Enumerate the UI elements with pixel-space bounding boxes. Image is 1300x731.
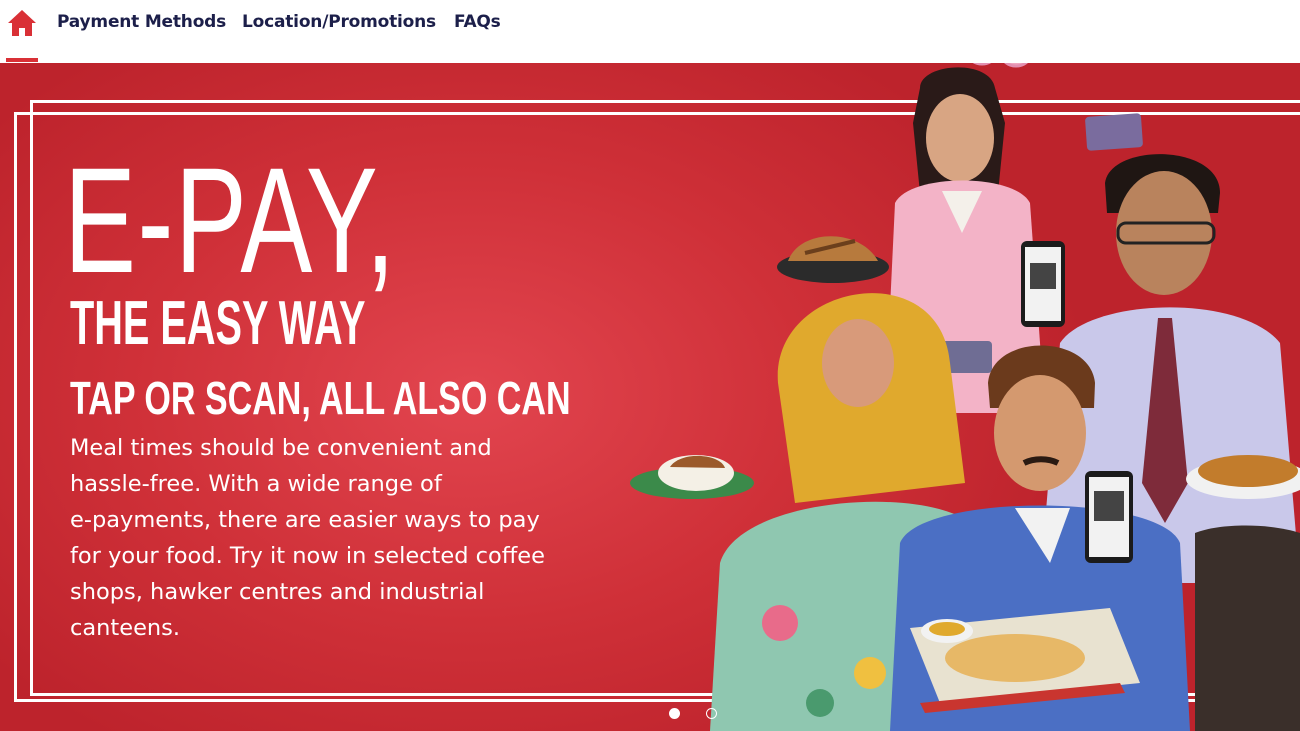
phone-qr-icon bbox=[1085, 471, 1133, 563]
hero-title-secondary: THE EASY WAY bbox=[70, 289, 366, 358]
home-icon bbox=[8, 10, 36, 36]
hero-banner: E-PAY, THE EASY WAY TAP OR SCAN, ALL ALS… bbox=[0, 63, 1300, 731]
hero-description-line: canteens. bbox=[70, 615, 181, 641]
hero-description: Meal times should be convenient and hass… bbox=[70, 430, 630, 646]
credit-card-icon bbox=[1085, 113, 1143, 151]
nav-location-promotions[interactable]: Location/Promotions bbox=[242, 12, 436, 32]
hero-description-line: hassle-free. With a wide range of bbox=[70, 471, 442, 497]
nav-payment-methods[interactable]: Payment Methods bbox=[57, 12, 226, 32]
hero-subtitle: TAP OR SCAN, ALL ALSO CAN bbox=[70, 372, 571, 424]
hero-description-line: shops, hawker centres and industrial bbox=[70, 579, 485, 605]
hero-description-line: Meal times should be convenient and bbox=[70, 435, 492, 461]
sunglasses-icon bbox=[972, 63, 1028, 68]
food-plate-waffle bbox=[777, 236, 889, 283]
active-nav-indicator bbox=[6, 58, 38, 62]
top-navigation: Payment Methods Location/Promotions FAQs bbox=[0, 0, 1300, 62]
carousel-dot-2[interactable] bbox=[706, 708, 717, 719]
nav-faqs[interactable]: FAQs bbox=[454, 12, 501, 32]
carousel-dot-1-active[interactable] bbox=[669, 708, 680, 719]
food-plate-rice bbox=[630, 455, 754, 499]
hero-description-line: e-payments, there are easier ways to pay bbox=[70, 507, 540, 533]
phone-qr-icon bbox=[1021, 241, 1065, 327]
hero-title: E-PAY, bbox=[64, 136, 397, 304]
hero-description-line: for your food. Try it now in selected co… bbox=[70, 543, 545, 569]
home-button[interactable] bbox=[6, 8, 38, 38]
hero-illustration bbox=[630, 67, 1300, 731]
